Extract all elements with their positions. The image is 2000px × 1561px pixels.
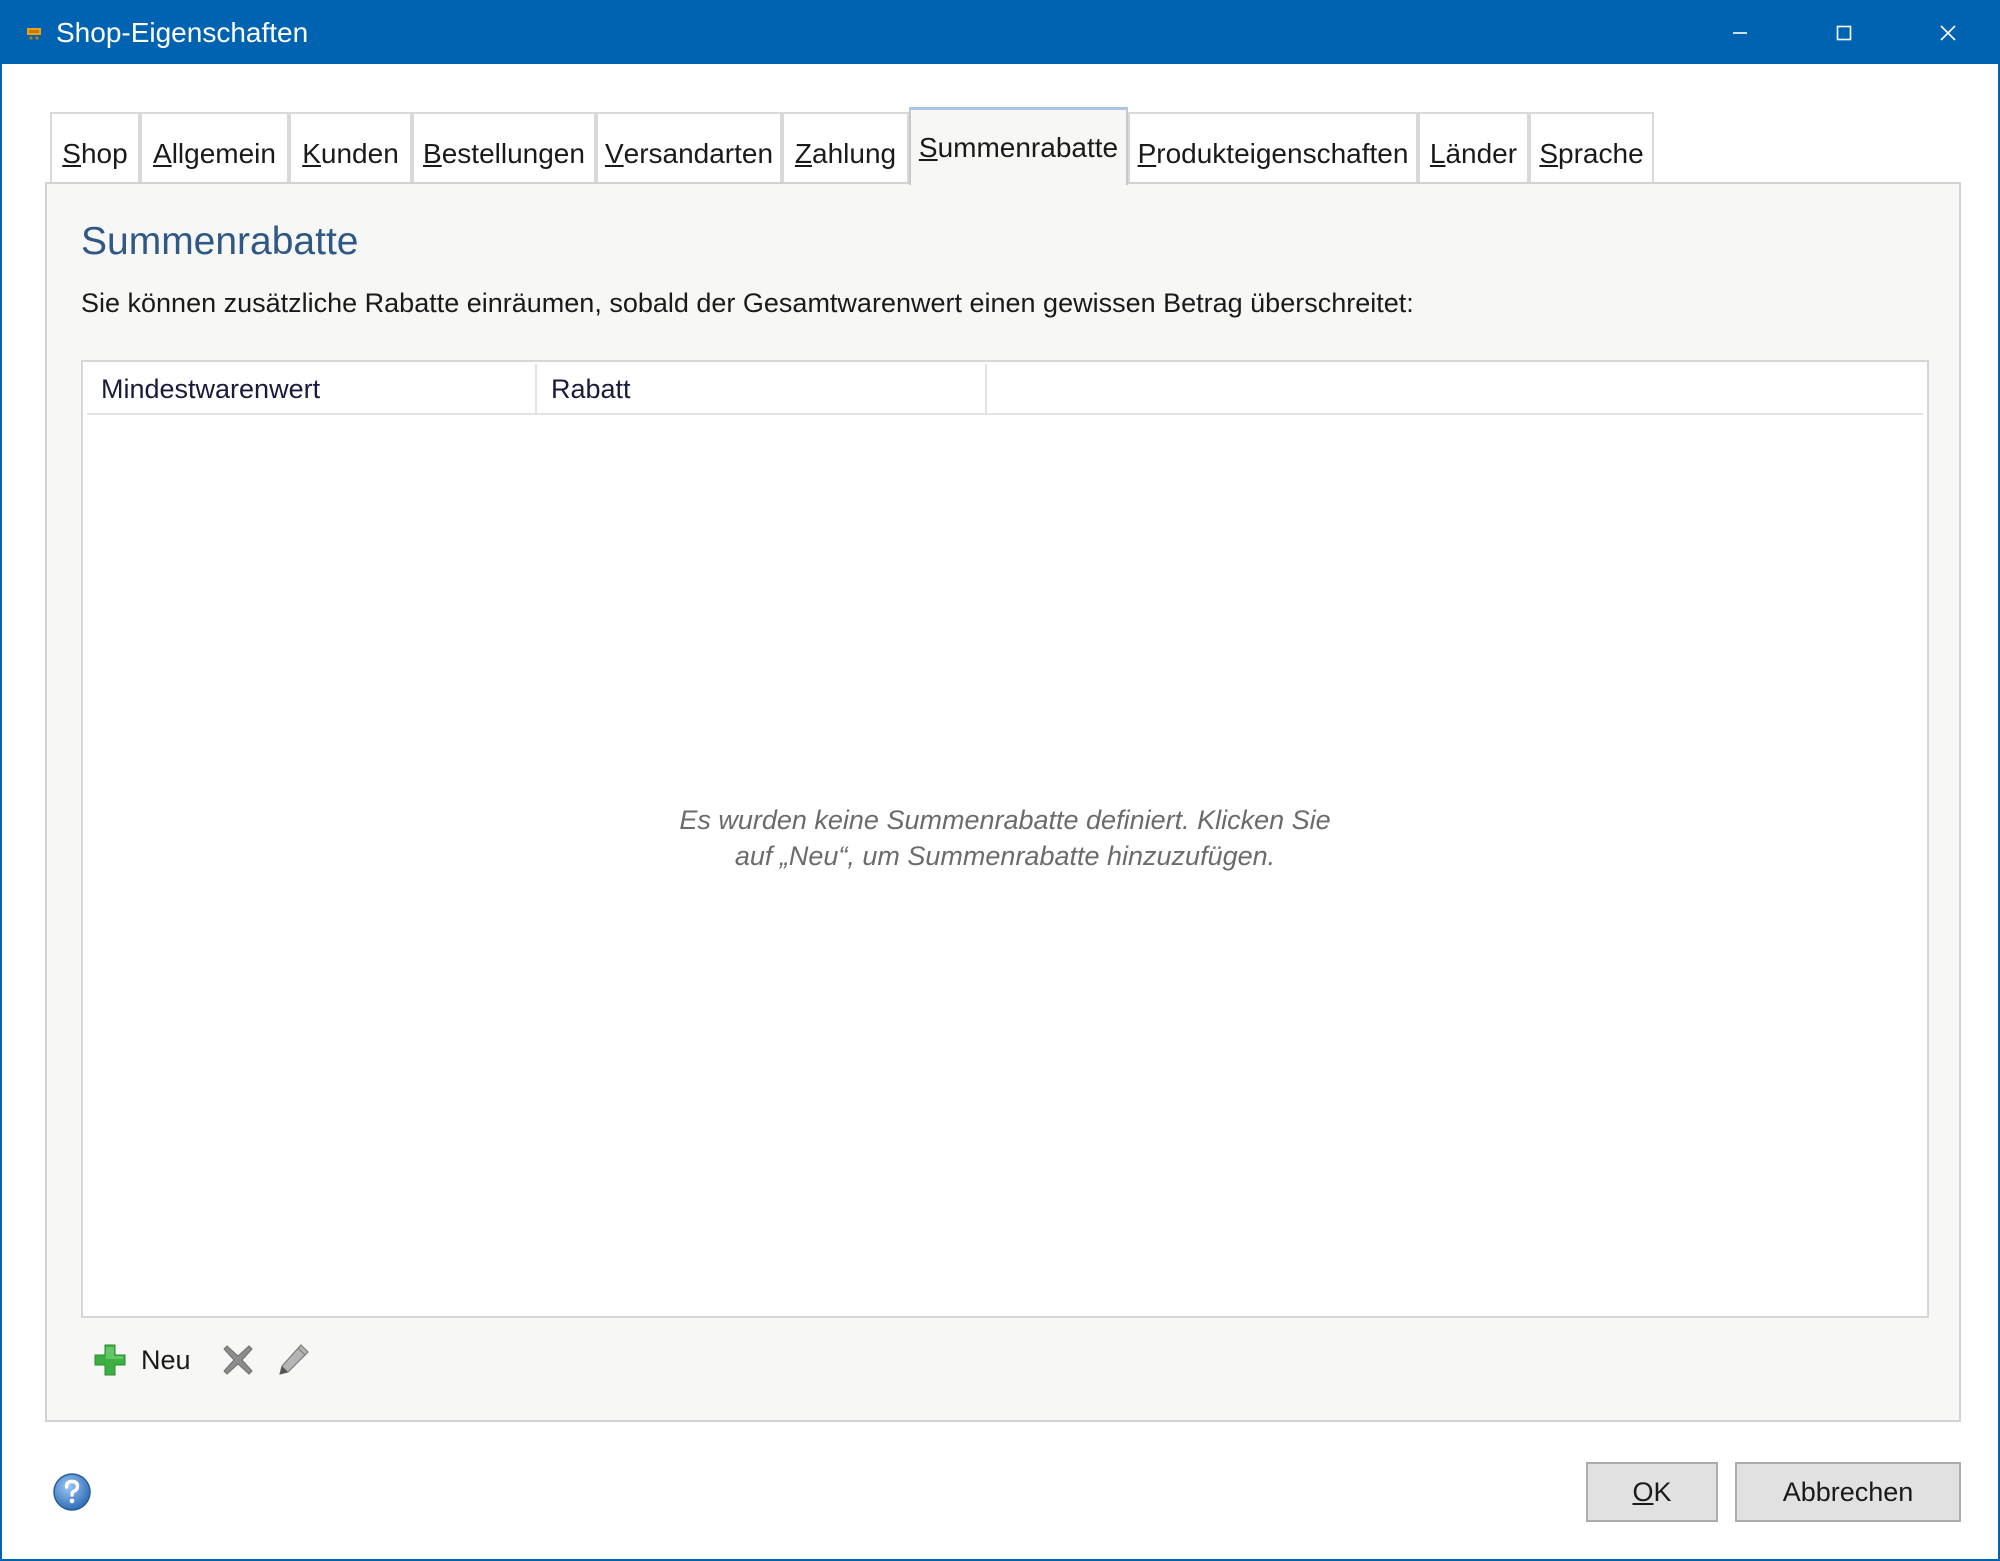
delete-button[interactable] xyxy=(221,1338,255,1382)
table-header: Mindestwarenwert Rabatt xyxy=(87,364,1923,415)
help-button[interactable] xyxy=(52,1472,92,1512)
edit-button[interactable] xyxy=(275,1338,311,1382)
tab-shop[interactable]: Shop xyxy=(50,112,140,183)
minimize-icon xyxy=(1733,32,1747,34)
edit-pencil-icon xyxy=(279,1344,309,1375)
tab-versandarten[interactable]: Versandarten xyxy=(596,112,782,183)
table-toolbar: Neu xyxy=(93,1338,493,1382)
new-button-label: Neu xyxy=(141,1344,191,1375)
maximize-icon xyxy=(1836,25,1852,41)
tab-sprache[interactable]: Sprache xyxy=(1529,112,1654,183)
add-icon xyxy=(94,1344,126,1376)
tab-allgemein[interactable]: Allgemein xyxy=(140,112,289,183)
empty-state-line-1: Es wurden keine Summenrabatte definiert.… xyxy=(679,805,1331,835)
tab-zahlung[interactable]: Zahlung xyxy=(782,112,909,183)
empty-state-line-2: auf „Neu“, um Summenrabatte hinzuzufügen… xyxy=(734,841,1276,871)
help-icon xyxy=(53,1473,91,1511)
shop-cart-icon xyxy=(27,28,41,40)
ok-button[interactable]: OK xyxy=(1586,1462,1718,1522)
cancel-button[interactable]: Abbrechen xyxy=(1735,1462,1961,1522)
tab-strip: Shop Allgemein Kunden Bestellungen Versa… xyxy=(50,107,1950,185)
column-header-rabatt[interactable]: Rabatt xyxy=(537,364,987,415)
delete-icon xyxy=(223,1345,253,1375)
tab-panel-summenrabatte: Summenrabatte Sie können zusätzliche Rab… xyxy=(45,182,1961,1422)
title-bar: Shop-Eigenschaften xyxy=(2,2,1998,64)
tab-kunden[interactable]: Kunden xyxy=(289,112,412,183)
discount-table[interactable]: Mindestwarenwert Rabatt Es wurden keine … xyxy=(81,360,1929,1318)
minimize-button[interactable] xyxy=(1688,2,1792,64)
tab-bestellungen[interactable]: Bestellungen xyxy=(412,112,596,183)
section-title: Summenrabatte xyxy=(81,220,359,263)
window-title: Shop-Eigenschaften xyxy=(56,17,309,48)
tab-summenrabatte[interactable]: Summenrabatte xyxy=(909,107,1128,185)
dialog-window: Shop-Eigenschaften Shop Allgemein Kunden xyxy=(0,0,2000,1561)
tab-laender[interactable]: Länder xyxy=(1418,112,1529,183)
new-button[interactable]: Neu xyxy=(93,1338,191,1382)
column-header-mindestwarenwert[interactable]: Mindestwarenwert xyxy=(87,364,537,415)
empty-state-message: Es wurden keine Summenrabatte definiert.… xyxy=(83,802,1927,874)
close-icon xyxy=(1940,25,1956,41)
maximize-button[interactable] xyxy=(1792,2,1896,64)
tab-produkteigenschaften[interactable]: Produkteigenschaften xyxy=(1128,112,1418,183)
section-description: Sie können zusätzliche Rabatte einräumen… xyxy=(81,288,1414,318)
close-button[interactable] xyxy=(1896,2,2000,64)
